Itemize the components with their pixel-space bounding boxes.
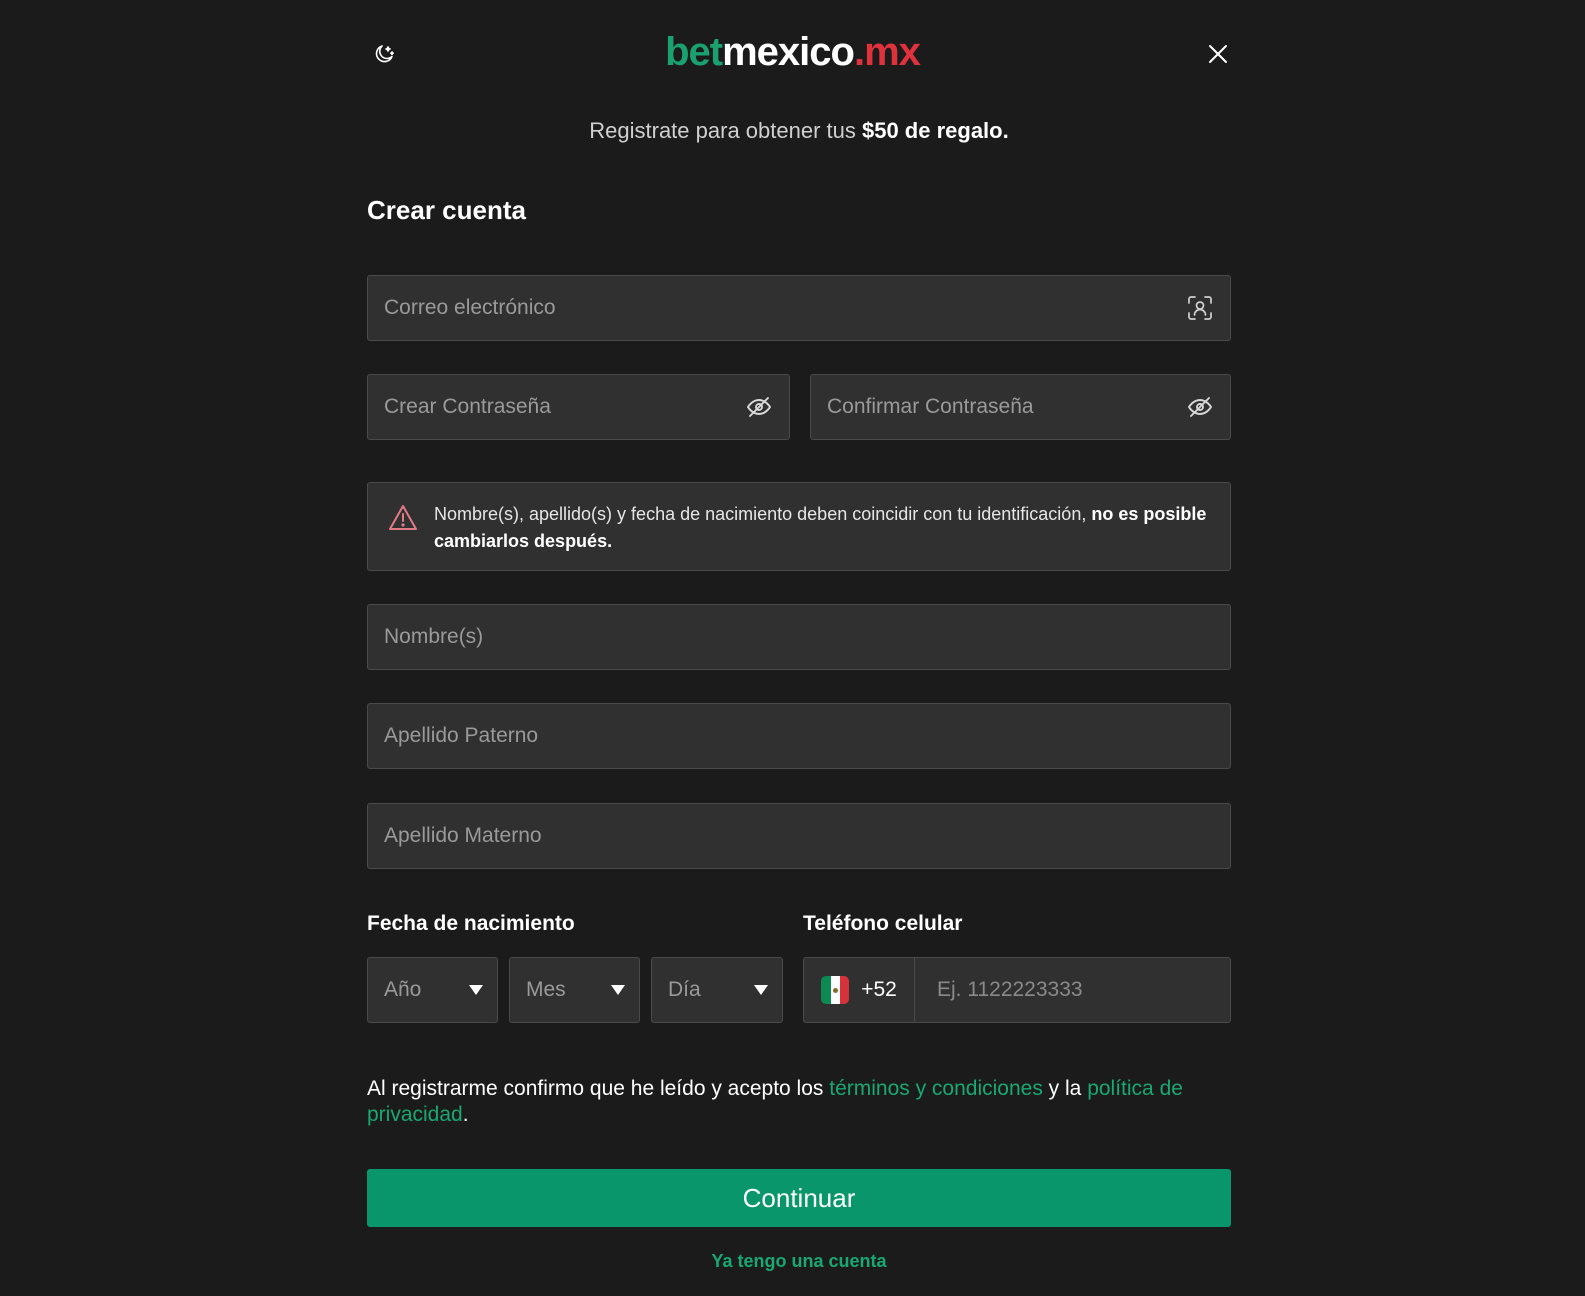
theme-toggle-button[interactable] [368, 38, 400, 70]
mexico-flag-icon [821, 976, 850, 1004]
face-scan-icon[interactable] [1186, 294, 1214, 322]
terms-prefix: Al registrarme confirmo que he leído y a… [367, 1077, 830, 1100]
confirm-password-field[interactable] [810, 374, 1231, 440]
year-select-value: Año [384, 978, 422, 1001]
month-select[interactable]: Mes [509, 957, 640, 1023]
eye-off-icon[interactable] [745, 393, 773, 421]
brand-logo: bet mexico .mx [600, 22, 985, 82]
continue-button[interactable]: Continuar [367, 1169, 1231, 1227]
country-code: +52 [861, 978, 897, 1001]
email-input[interactable] [384, 296, 1186, 320]
identity-notice: Nombre(s), apellido(s) y fecha de nacimi… [367, 482, 1231, 571]
promo-highlight: $50 de regalo. [861, 118, 1009, 143]
caret-down-icon [611, 985, 625, 995]
moon-stars-icon [375, 45, 394, 63]
password-field[interactable] [367, 374, 790, 440]
first-name-field[interactable] [367, 604, 1231, 670]
day-select[interactable]: Día [651, 957, 783, 1023]
maternal-surname-input[interactable] [384, 824, 1214, 848]
promo-text: Registrate para obtener tus $50 de regal… [367, 118, 1231, 144]
eye-off-icon[interactable] [1186, 393, 1214, 421]
warning-icon [389, 505, 417, 530]
logo-part-mexico: mexico [722, 29, 855, 74]
close-icon [1209, 45, 1227, 63]
first-name-input[interactable] [384, 625, 1214, 649]
country-code-selector[interactable]: +52 [804, 958, 915, 1022]
birthdate-label: Fecha de nacimiento [367, 912, 575, 935]
phone-input[interactable] [915, 958, 1230, 1022]
caret-down-icon [754, 985, 768, 995]
paternal-surname-field[interactable] [367, 703, 1231, 769]
close-button[interactable] [1202, 38, 1234, 70]
terms-link[interactable]: términos y condiciones [829, 1077, 1043, 1100]
year-select[interactable]: Año [367, 957, 498, 1023]
registration-page: bet mexico .mx Registrate para obtener tus… [0, 0, 1585, 1296]
phone-label: Teléfono celular [803, 912, 963, 935]
email-field[interactable] [367, 275, 1231, 341]
phone-field: +52 [803, 957, 1231, 1023]
terms-suffix: . [462, 1103, 469, 1126]
logo-part-bet: bet [665, 29, 723, 74]
caret-down-icon [469, 985, 483, 995]
day-select-value: Día [668, 978, 701, 1001]
notice-text: Nombre(s), apellido(s) y fecha de nacimi… [434, 501, 1210, 555]
promo-prefix: Registrate para obtener tus [589, 118, 862, 143]
notice-body: Nombre(s), apellido(s) y fecha de nacimi… [434, 504, 1092, 524]
terms-text: Al registrarme confirmo que he leído y a… [367, 1076, 1237, 1128]
logo-part-mx: .mx [853, 29, 921, 74]
maternal-surname-field[interactable] [367, 803, 1231, 869]
terms-middle: y la [1042, 1077, 1088, 1100]
paternal-surname-input[interactable] [384, 724, 1214, 748]
confirm-password-input[interactable] [827, 395, 1186, 419]
password-input[interactable] [384, 395, 745, 419]
login-link[interactable]: Ya tengo una cuenta [367, 1251, 1231, 1272]
month-select-value: Mes [526, 978, 566, 1001]
form-title: Crear cuenta [367, 195, 526, 225]
